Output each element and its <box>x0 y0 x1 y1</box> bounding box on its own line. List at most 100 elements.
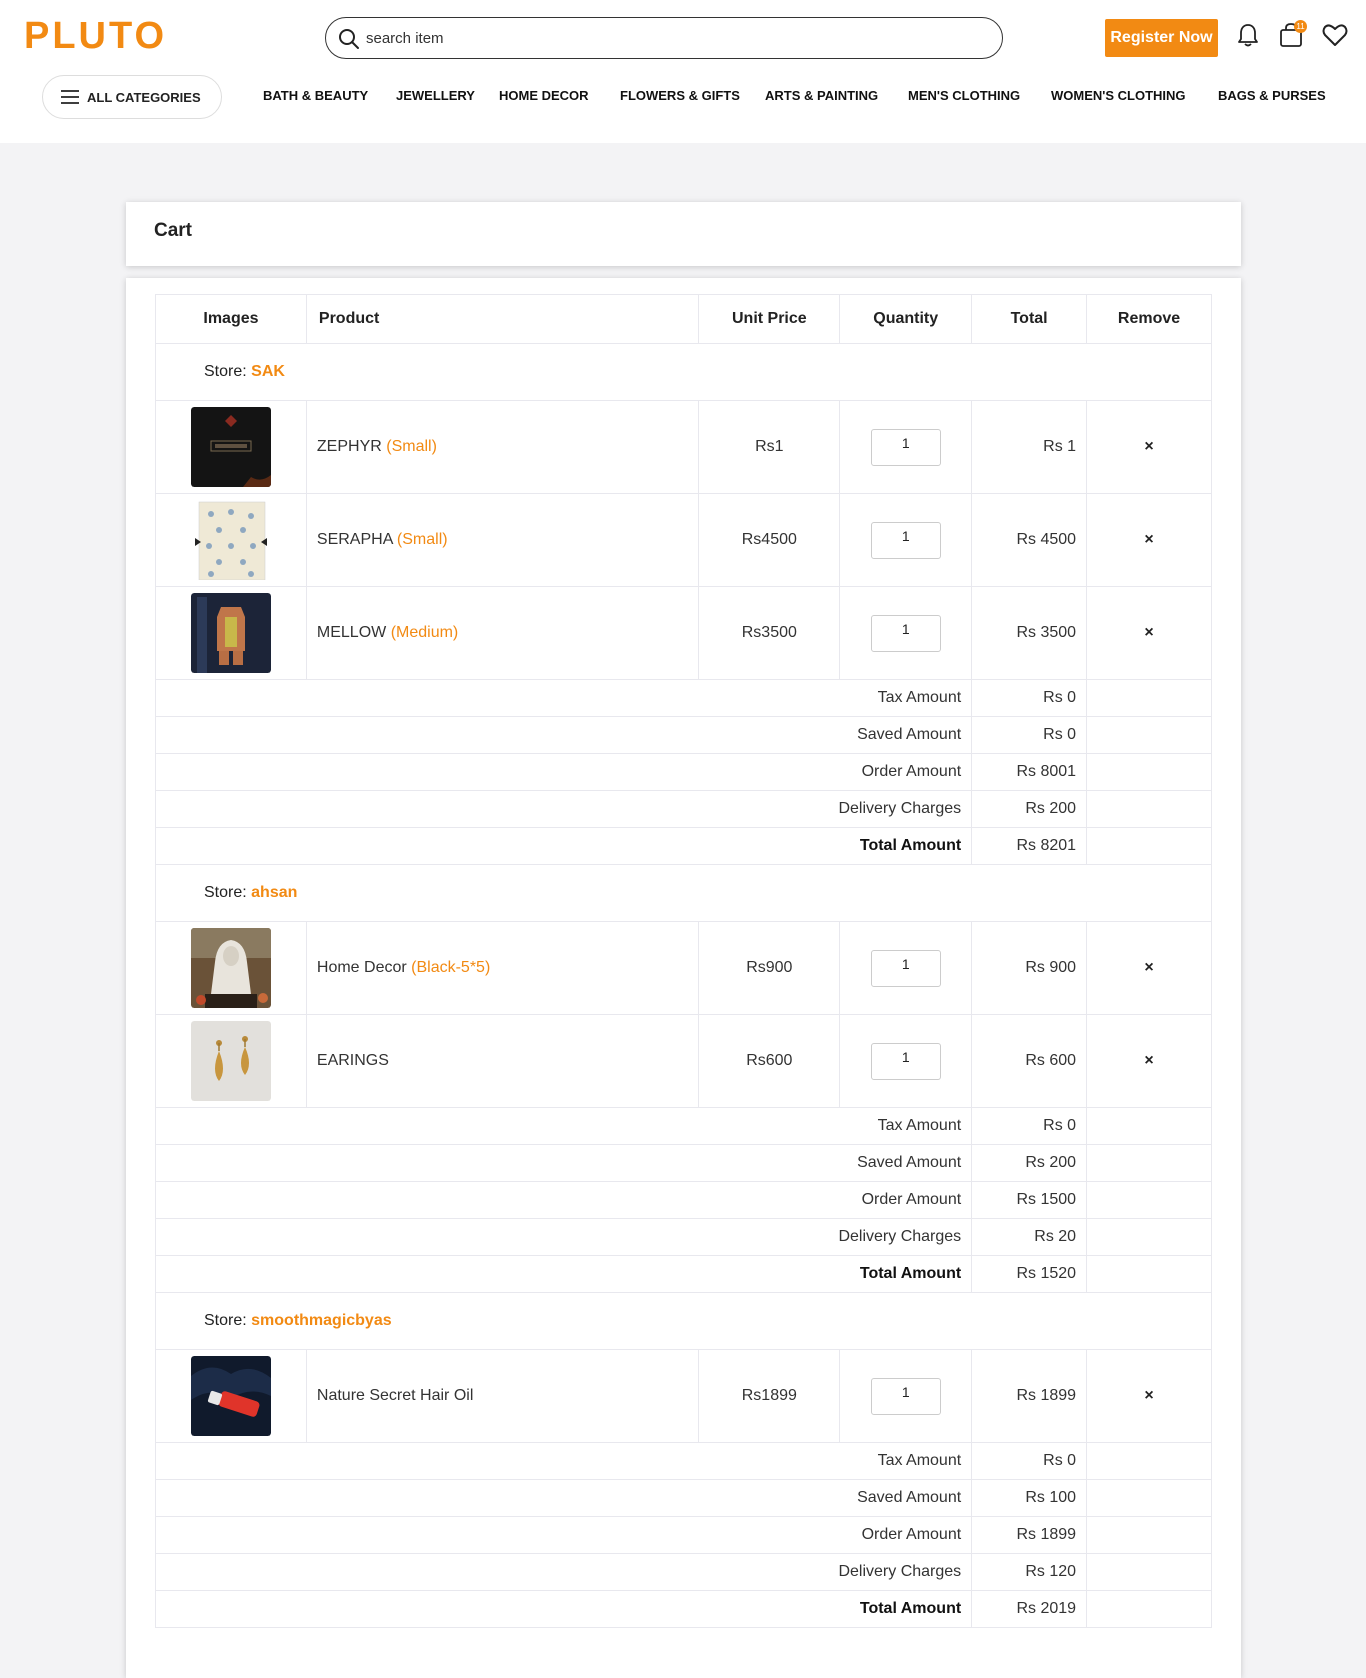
order-amount-value: Rs 8001 <box>971 753 1088 791</box>
line-total: Rs 1 <box>971 400 1088 494</box>
nav-womens-clothing[interactable]: WOMEN'S CLOTHING <box>1051 88 1186 103</box>
unit-price: Rs1899 <box>698 1349 841 1443</box>
order-amount-label: Order Amount <box>154 1516 973 1554</box>
product-image[interactable] <box>190 928 271 1008</box>
product-name: MELLOW <box>316 624 391 641</box>
saved-amount-value: Rs 100 <box>971 1479 1088 1517</box>
quantity-input[interactable] <box>870 428 941 466</box>
remove-icon[interactable]: × <box>1144 624 1153 641</box>
summary-row: Order Amount Rs 1500 <box>154 1181 1212 1219</box>
nav-flowers-gifts[interactable]: FLOWERS & GIFTS <box>620 88 740 103</box>
pluto-logo[interactable]: PLUTO <box>24 14 210 56</box>
store-row: Store: smoothmagicbyas <box>155 1292 1212 1350</box>
nav-jewellery[interactable]: JEWELLERY <box>396 88 475 103</box>
summary-row: Tax Amount Rs 0 <box>154 1107 1212 1145</box>
product-image[interactable] <box>190 1021 271 1101</box>
tax-amount-label: Tax Amount <box>154 1107 973 1145</box>
tax-amount-value: Rs 0 <box>971 1442 1088 1480</box>
order-amount-value: Rs 1500 <box>971 1181 1088 1219</box>
store-name-link[interactable]: ahsan <box>251 884 297 901</box>
quantity-input[interactable] <box>870 614 941 652</box>
total-amount-label: Total Amount <box>154 1590 973 1628</box>
summary-row: Saved Amount Rs 200 <box>154 1144 1212 1182</box>
remove-icon[interactable]: × <box>1144 1387 1153 1404</box>
bell-icon[interactable] <box>1234 21 1262 49</box>
summary-row: Saved Amount Rs 100 <box>154 1479 1212 1517</box>
remove-icon[interactable]: × <box>1144 438 1153 455</box>
quantity-input[interactable] <box>870 949 941 987</box>
tax-amount-label: Tax Amount <box>154 1442 973 1480</box>
cart-item-row: MELLOW (Medium) Rs3500 Rs 3500 × <box>155 586 1212 680</box>
product-image[interactable] <box>190 500 271 580</box>
quantity-input[interactable] <box>870 521 941 559</box>
heart-icon[interactable] <box>1321 21 1349 49</box>
store-name-link[interactable]: SAK <box>251 363 285 380</box>
register-now-button[interactable]: Register Now <box>1105 19 1218 57</box>
product-name: Nature Secret Hair Oil <box>316 1387 474 1404</box>
summary-row: Order Amount Rs 1899 <box>154 1516 1212 1554</box>
product-name: EARINGS <box>316 1052 389 1069</box>
total-amount-value: Rs 8201 <box>971 827 1088 865</box>
total-amount-label: Total Amount <box>154 827 973 865</box>
remove-icon[interactable]: × <box>1144 531 1153 548</box>
line-total: Rs 900 <box>971 921 1088 1015</box>
search-icon[interactable] <box>337 27 361 51</box>
total-amount-value: Rs 1520 <box>971 1255 1088 1293</box>
remove-icon[interactable]: × <box>1144 1052 1153 1069</box>
unit-price: Rs4500 <box>698 493 841 587</box>
saved-amount-label: Saved Amount <box>154 1144 973 1182</box>
delivery-charges-label: Delivery Charges <box>154 790 973 828</box>
unit-price: Rs600 <box>698 1014 841 1108</box>
quantity-input[interactable] <box>870 1377 941 1415</box>
cart-table: Images Product Unit Price Quantity Total… <box>154 294 1212 1628</box>
cart-item-row: EARINGS Rs600 Rs 600 × <box>155 1014 1212 1108</box>
product-variant: (Small) <box>386 438 437 455</box>
total-amount-label: Total Amount <box>154 1255 973 1293</box>
product-image[interactable] <box>190 593 271 673</box>
store-label: Store: <box>204 884 252 901</box>
cart-rows: Store: SAK ZEPHYR (Small) Rs1 Rs 1 × SER… <box>154 343 1212 1628</box>
col-unit-price: Unit Price <box>698 294 841 344</box>
cart-item-row: ZEPHYR (Small) Rs1 Rs 1 × <box>155 400 1212 494</box>
product-image[interactable] <box>190 407 271 487</box>
nav-bags-purses[interactable]: BAGS & PURSES <box>1218 88 1326 103</box>
nav-mens-clothing[interactable]: MEN'S CLOTHING <box>908 88 1020 103</box>
tax-amount-value: Rs 0 <box>971 1107 1088 1145</box>
unit-price: Rs3500 <box>698 586 841 680</box>
quantity-input[interactable] <box>870 1042 941 1080</box>
cart-item-row: Nature Secret Hair Oil Rs1899 Rs 1899 × <box>155 1349 1212 1443</box>
delivery-charges-label: Delivery Charges <box>154 1218 973 1256</box>
col-images: Images <box>155 294 307 344</box>
site-header: PLUTO Register Now 11 ALL CATEGORIES BAT… <box>0 0 1366 143</box>
order-amount-value: Rs 1899 <box>971 1516 1088 1554</box>
store-name-link[interactable]: smoothmagicbyas <box>251 1312 391 1329</box>
saved-amount-label: Saved Amount <box>154 716 973 754</box>
remove-icon[interactable]: × <box>1144 959 1153 976</box>
unit-price: Rs900 <box>698 921 841 1015</box>
all-categories-label: ALL CATEGORIES <box>87 89 201 105</box>
nav-bath-beauty[interactable]: BATH & BEAUTY <box>263 88 368 103</box>
order-amount-label: Order Amount <box>154 753 973 791</box>
search-bar[interactable] <box>325 17 1003 59</box>
nav-home-decor[interactable]: HOME DECOR <box>499 88 589 103</box>
all-categories-button[interactable]: ALL CATEGORIES <box>42 75 222 119</box>
summary-row: Delivery Charges Rs 120 <box>154 1553 1212 1591</box>
nav-arts-painting[interactable]: ARTS & PAINTING <box>765 88 878 103</box>
search-input[interactable] <box>366 24 966 52</box>
col-total: Total <box>971 294 1088 344</box>
page-title: Cart <box>154 220 193 241</box>
summary-row: Total Amount Rs 2019 <box>154 1590 1212 1628</box>
svg-text:PLUTO: PLUTO <box>24 15 167 56</box>
line-total: Rs 4500 <box>971 493 1088 587</box>
product-variant: (Black-5*5) <box>411 959 491 976</box>
summary-row: Tax Amount Rs 0 <box>154 679 1212 717</box>
product-variant: (Medium) <box>390 624 459 641</box>
line-total: Rs 600 <box>971 1014 1088 1108</box>
summary-row: Tax Amount Rs 0 <box>154 1442 1212 1480</box>
summary-row: Total Amount Rs 1520 <box>154 1255 1212 1293</box>
product-image[interactable] <box>190 1356 271 1436</box>
saved-amount-label: Saved Amount <box>154 1479 973 1517</box>
tax-amount-label: Tax Amount <box>154 679 973 717</box>
delivery-charges-label: Delivery Charges <box>154 1553 973 1591</box>
product-name: SERAPHA <box>316 531 397 548</box>
